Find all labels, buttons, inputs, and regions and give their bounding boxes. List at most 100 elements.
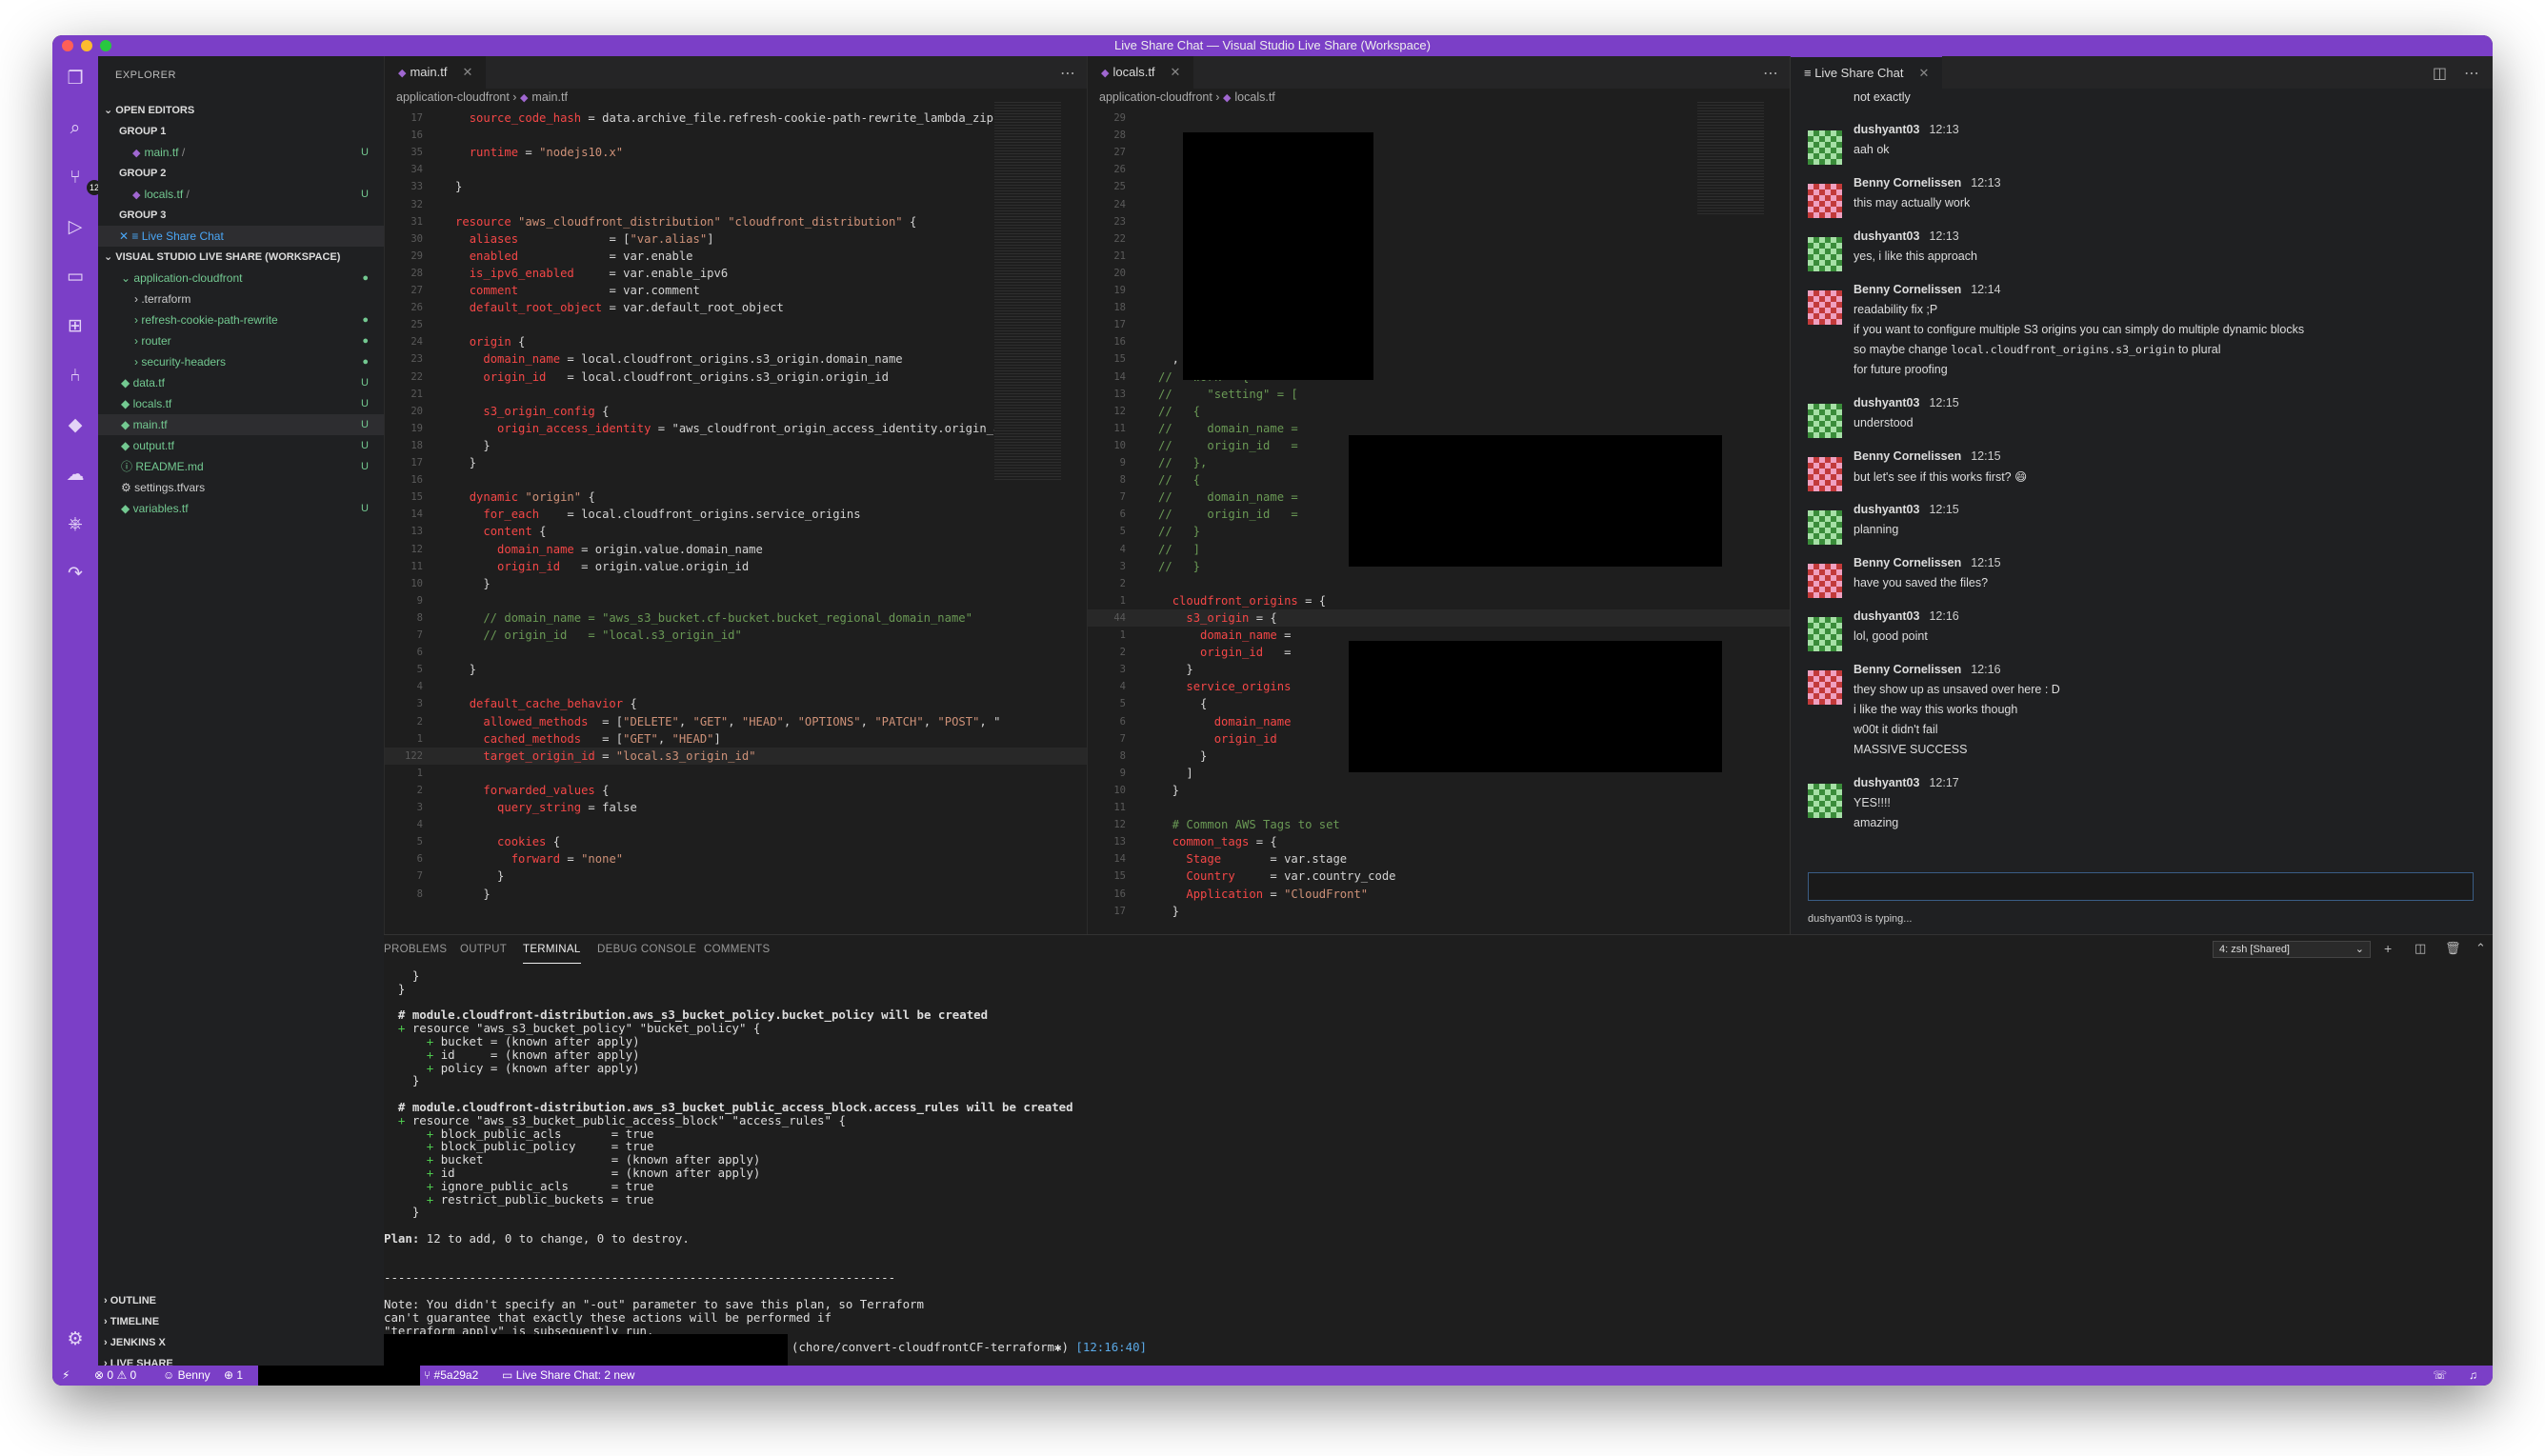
docker-icon[interactable]: ☁ — [64, 464, 87, 487]
line-number: 14 — [411, 509, 423, 521]
git-commit-status[interactable]: ⑂ #5a29a2 — [424, 1366, 478, 1386]
maximize-panel-icon[interactable]: ⌃ — [2475, 941, 2486, 956]
tree-item[interactable]: ◆ output.tf U — [98, 435, 384, 456]
terraform-icon[interactable]: ◆ — [64, 414, 87, 437]
code-line: 3 query_string = false — [385, 799, 1087, 816]
open-editor-locals[interactable]: ◆ locals.tf / U — [98, 184, 384, 205]
tree-item-label: ◆ data.tf — [121, 376, 165, 389]
code-line: 16 — [385, 471, 1087, 489]
code-editor-main[interactable]: 17 source_code_hash = data.archive_file.… — [385, 110, 1087, 934]
terminal-select[interactable]: 4: zsh [Shared] ⌄ — [2213, 941, 2371, 958]
feedback-icon[interactable]: ☏ — [2433, 1366, 2447, 1386]
remote-explorer-icon[interactable]: ▭ — [64, 266, 87, 289]
tree-item[interactable]: ⚙ settings.tfvars — [98, 477, 384, 498]
chat-author: dushyant03 12:15 — [1854, 503, 1959, 516]
workspace-section[interactable]: ⌄ VISUAL STUDIO LIVE SHARE (WORKSPACE) — [98, 247, 384, 268]
open-editor-locals-status: U — [361, 189, 369, 200]
close-icon[interactable]: ✕ — [119, 229, 129, 243]
explorer-icon[interactable]: ❐ — [64, 68, 87, 90]
more-actions-icon[interactable]: ⋯ — [2464, 64, 2479, 83]
problems-status[interactable]: ⊗ 0 ⚠ 0 — [94, 1366, 136, 1386]
line-number: 4 — [1119, 543, 1126, 555]
tab-terminal[interactable]: TERMINAL — [523, 935, 581, 964]
tree-item[interactable]: ⌄ application-cloudfront ● — [98, 268, 384, 289]
chat-input[interactable] — [1808, 872, 2474, 901]
breadcrumb-folder[interactable]: application-cloudfront — [396, 90, 510, 104]
chat-status[interactable]: ▭ Live Share Chat: 2 new — [502, 1366, 634, 1386]
add-terminal-icon[interactable]: + — [2384, 941, 2392, 956]
tab-debug-console[interactable]: DEBUG CONSOLE — [597, 935, 696, 964]
minimize-window-button[interactable] — [81, 40, 92, 51]
code-text: // }, — [1158, 456, 1208, 469]
tree-item[interactable]: ◆ variables.tf U — [98, 498, 384, 519]
tab-main-tf[interactable]: ◆ main.tf ✕ — [385, 56, 487, 89]
live-share-user[interactable]: ☺ Benny — [163, 1366, 210, 1386]
line-number: 3 — [1119, 664, 1126, 676]
split-terminal-icon[interactable]: ◫ — [2415, 941, 2426, 956]
search-icon[interactable]: ⌕ — [64, 117, 87, 140]
tree-item[interactable]: › security-headers ● — [98, 351, 384, 372]
code-text: source_code_hash = data.archive_file.ref… — [469, 111, 1001, 125]
git-graph-icon[interactable]: ⑃ — [64, 365, 87, 388]
more-actions-icon[interactable]: ⋯ — [1060, 64, 1075, 83]
tree-item-label: › refresh-cookie-path-rewrite — [134, 313, 278, 327]
source-control-icon[interactable]: ⑂ 12 — [64, 167, 102, 195]
terminal-plus: + — [426, 1047, 434, 1062]
open-editor-chat[interactable]: ✕ ≡ Live Share Chat — [98, 226, 384, 247]
line-number: 25 — [1113, 181, 1126, 193]
redacted-block — [1183, 132, 1373, 380]
maximize-window-button[interactable] — [100, 40, 111, 51]
open-editor-main[interactable]: ◆ main.tf / U — [98, 142, 384, 163]
close-window-button[interactable] — [62, 40, 73, 51]
notifications-bell-icon[interactable]: ♫ — [2469, 1366, 2477, 1386]
code-line: 10 } — [385, 575, 1087, 592]
trash-icon[interactable]: 🗑 — [2445, 941, 2461, 956]
kubernetes-icon[interactable]: ⎈ — [64, 513, 87, 536]
avatar — [1808, 237, 1842, 271]
code-text: } — [1158, 783, 1180, 797]
settings-gear-icon[interactable]: ⚙ — [64, 1328, 87, 1351]
timeline-section[interactable]: › TIMELINE — [98, 1311, 384, 1332]
chat-text: amazing — [1854, 816, 1899, 829]
close-icon[interactable]: ✕ — [462, 65, 472, 79]
more-actions-icon[interactable]: ⋯ — [1763, 64, 1778, 83]
terminal-line: + id = (known after apply) — [426, 1047, 640, 1062]
terminal-plus: + — [426, 1191, 434, 1207]
breadcrumb-folder[interactable]: application-cloudfront — [1099, 90, 1212, 104]
terminal-select-value: 4: zsh [Shared] — [2219, 944, 2290, 955]
run-debug-icon[interactable]: ▷ — [64, 216, 87, 239]
tab-comments[interactable]: COMMENTS — [704, 935, 770, 964]
code-line: 11 — [1088, 799, 1790, 816]
minimap[interactable] — [1697, 100, 1764, 214]
tab-problems[interactable]: PROBLEMS — [384, 935, 447, 964]
outline-section[interactable]: › OUTLINE — [98, 1290, 384, 1311]
remote-indicator-icon[interactable]: ⚡ — [62, 1366, 70, 1386]
code-text: domain_name = — [1200, 628, 1292, 642]
split-editor-icon[interactable]: ◫ — [2433, 64, 2447, 83]
tab-live-share-chat[interactable]: ≡ Live Share Chat ✕ — [1791, 56, 1943, 89]
line-number: 29 — [1113, 112, 1126, 124]
tab-locals-tf[interactable]: ◆ locals.tf ✕ — [1088, 56, 1194, 89]
code-text: comment = var.comment — [469, 284, 700, 297]
breadcrumb-file[interactable]: main.tf — [531, 90, 568, 104]
error-icon: ⊗ — [94, 1368, 105, 1382]
tree-item[interactable]: › refresh-cookie-path-rewrite ● — [98, 309, 384, 330]
tree-item[interactable]: ◆ main.tf U — [98, 414, 384, 435]
line-number: 12 — [1113, 819, 1126, 831]
extensions-icon[interactable]: ⊞ — [64, 315, 87, 338]
tree-item[interactable]: › router ● — [98, 330, 384, 351]
minimap[interactable] — [994, 100, 1061, 481]
close-icon[interactable]: ✕ — [1171, 65, 1181, 79]
breadcrumb-file[interactable]: locals.tf — [1234, 90, 1274, 104]
shared-servers-status[interactable]: ⊕ 1 — [224, 1366, 243, 1386]
tree-item[interactable]: › .terraform — [98, 289, 384, 309]
tree-item[interactable]: ◆ data.tf U — [98, 372, 384, 393]
tab-output[interactable]: OUTPUT — [460, 935, 507, 964]
close-icon[interactable]: ✕ — [1918, 66, 1929, 80]
live-share-icon[interactable]: ↷ — [64, 563, 87, 586]
code-line: 13 // "setting" = [ — [1088, 386, 1790, 403]
tree-item[interactable]: ⓘ README.md U — [98, 456, 384, 477]
jenkins-section[interactable]: › JENKINS X — [98, 1332, 384, 1353]
tree-item[interactable]: ◆ locals.tf U — [98, 393, 384, 414]
open-editors-section[interactable]: ⌄ OPEN EDITORS — [98, 100, 384, 121]
